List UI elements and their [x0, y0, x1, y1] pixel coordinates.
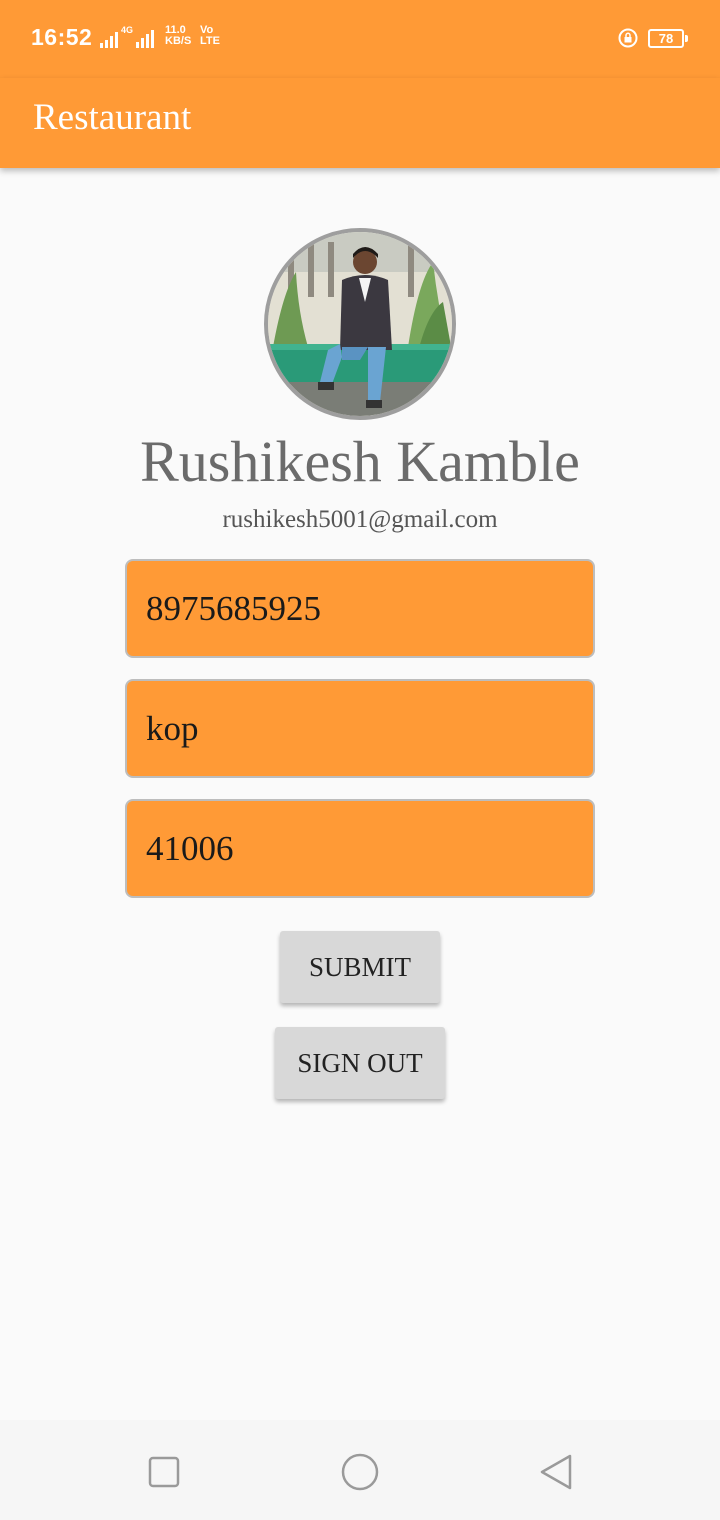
battery-icon: 78 — [648, 29, 688, 48]
recents-square-icon[interactable] — [148, 1456, 180, 1488]
network-speed: 11.0 KB/S — [165, 24, 192, 47]
battery-level: 78 — [658, 31, 674, 46]
submit-button[interactable]: SUBMIT — [280, 931, 440, 1003]
sign-out-button[interactable]: SIGN OUT — [275, 1027, 445, 1099]
phone-input[interactable] — [125, 559, 595, 658]
volte-indicator: Vo LTE — [200, 24, 220, 47]
profile-avatar — [264, 228, 456, 420]
profile-name: Rushikesh Kamble — [140, 429, 580, 494]
system-nav-bar — [0, 1420, 720, 1520]
app-title: Restaurant — [33, 97, 192, 138]
app-bar: Restaurant — [0, 78, 720, 168]
status-bar: 16:52 4G 11.0 KB/S Vo LTE 78 — [0, 0, 720, 78]
rotation-lock-icon — [618, 28, 638, 48]
home-circle-icon[interactable] — [340, 1452, 380, 1492]
pincode-input[interactable] — [125, 799, 595, 898]
back-triangle-icon[interactable] — [538, 1453, 574, 1491]
avatar-photo — [268, 232, 452, 416]
signal-icon: 4G — [100, 25, 155, 48]
network-type-label: 4G — [121, 25, 134, 35]
status-time: 16:52 — [31, 24, 93, 50]
city-input[interactable] — [125, 679, 595, 778]
profile-email: rushikesh5001@gmail.com — [222, 506, 498, 533]
